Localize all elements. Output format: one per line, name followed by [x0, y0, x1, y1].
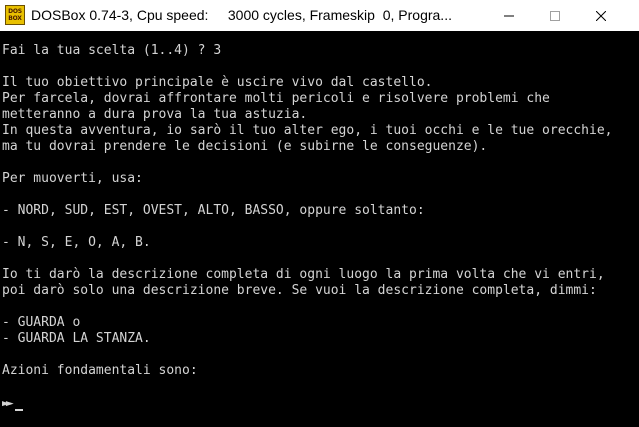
console-line: Per muoverti, usa:: [2, 171, 143, 186]
minimize-icon: [504, 15, 514, 16]
console-line: - GUARDA LA STANZA.: [2, 331, 151, 346]
app-icon-text-bottom: BOX: [8, 15, 22, 22]
text-cursor: [14, 408, 23, 411]
command-prompt[interactable]: ►►: [2, 396, 23, 412]
close-button[interactable]: [578, 0, 624, 31]
console-line: - NORD, SUD, EST, OVEST, ALTO, BASSO, op…: [2, 203, 425, 218]
maximize-icon: [550, 10, 560, 21]
prompt-arrow-icon: ►►: [2, 396, 13, 411]
console-line: metteranno a dura prova la tua astuzia.: [2, 107, 308, 122]
console-line: Io ti darò la descrizione completa di og…: [2, 267, 605, 282]
dosbox-window: DOS BOX DOSBox 0.74-3, Cpu speed: 3000 c…: [0, 0, 639, 427]
window-title: DOSBox 0.74-3, Cpu speed: 3000 cycles, F…: [31, 7, 452, 23]
console-line: In questa avventura, io sarò il tuo alte…: [2, 123, 613, 138]
maximize-button[interactable]: [532, 0, 578, 31]
console-line: poi darò solo una descrizione breve. Se …: [2, 283, 597, 298]
console-line: Azioni fondamentali sono:: [2, 363, 198, 378]
dos-console-screen[interactable]: Fai la tua scelta (1..4) ? 3 Il tuo obie…: [0, 31, 639, 427]
console-line: - GUARDA o: [2, 315, 81, 330]
console-line: ma tu dovrai prendere le decisioni (e su…: [2, 139, 488, 154]
console-line: - N, S, E, O, A, B.: [2, 235, 151, 250]
console-line: Per farcela, dovrai affrontare molti per…: [2, 91, 550, 106]
minimize-button[interactable]: [486, 0, 532, 31]
app-icon-text-top: DOS: [8, 8, 22, 15]
title-bar[interactable]: DOS BOX DOSBox 0.74-3, Cpu speed: 3000 c…: [0, 0, 639, 31]
dosbox-app-icon[interactable]: DOS BOX: [5, 5, 25, 25]
console-line: Il tuo obiettivo principale è uscire viv…: [2, 75, 433, 90]
console-line: Fai la tua scelta (1..4) ? 3: [2, 43, 222, 58]
close-icon: [596, 10, 606, 21]
